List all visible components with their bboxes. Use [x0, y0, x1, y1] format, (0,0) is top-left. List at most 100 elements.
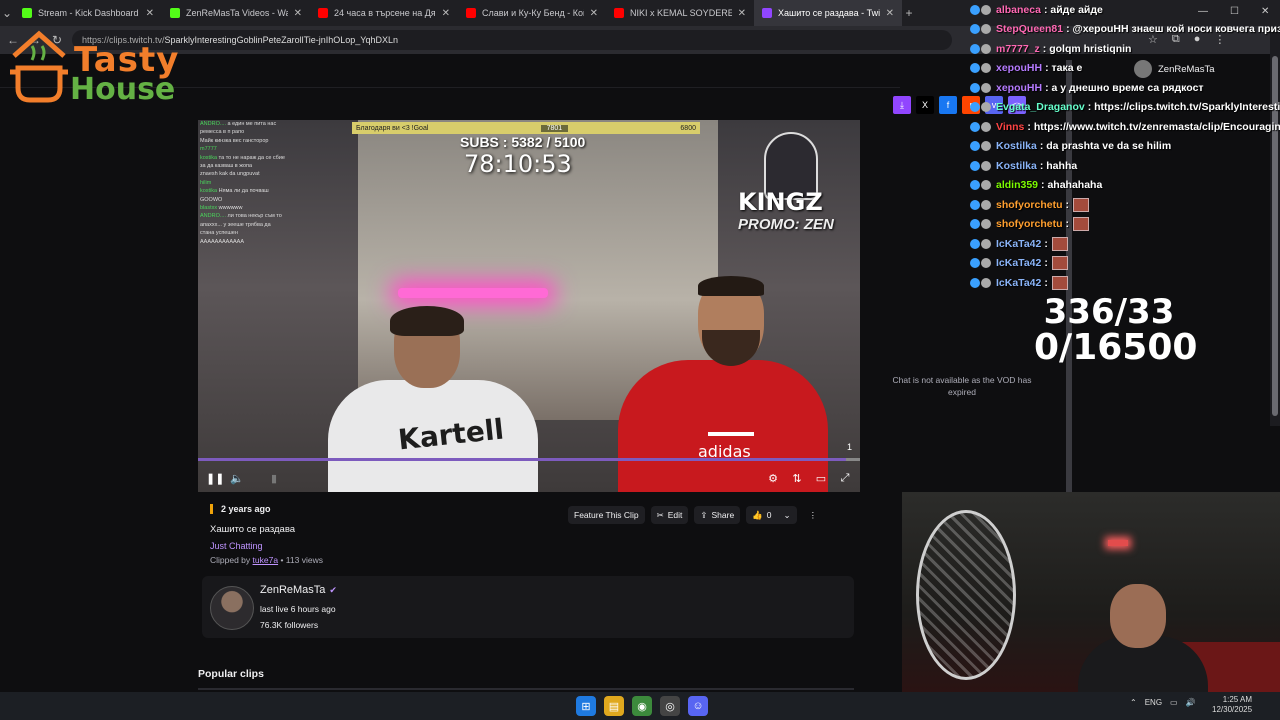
chat-text: : [1044, 237, 1048, 250]
video-chat-line: ремесса в п рапо [200, 129, 245, 136]
stream-chat-overlay: albaneca: айде айде StepQueen81: @херouHH… [970, 0, 1280, 300]
channel-card[interactable]: ZenReMasTa ✔ last live 6 hours ago 76.3K … [202, 576, 854, 638]
tab-close-icon[interactable]: ✕ [590, 8, 598, 19]
clip-title: Хашито се раздава [210, 524, 296, 535]
channel-name[interactable]: ZenReMasTa ✔ [260, 584, 337, 596]
system-tray: ⌃ ENG ▭ 🔊 [1130, 698, 1196, 707]
goal-left-label: Благодаря ви <3 !Goal [356, 124, 429, 132]
chat-message: IcKaTa42: [970, 234, 1280, 254]
fullscreen-icon[interactable]: ⤢ [838, 472, 852, 485]
chat-username[interactable]: Kostilka [996, 160, 1037, 172]
like-count: 0 [766, 510, 772, 520]
chat-text: : [1065, 218, 1070, 231]
clipped-by-line: Clipped by tuke7a • 113 views [210, 555, 323, 565]
chat-username[interactable]: Vinns [996, 121, 1024, 133]
url-path: SparklyInterestingGoblinPeteZarollTie-jn… [164, 35, 398, 45]
chat-message: хepouHH: а у днешно време са рядкост [970, 78, 1280, 98]
pause-icon[interactable]: ❚❚ [206, 472, 224, 485]
chat-username[interactable]: IcKaTa42 [996, 277, 1041, 289]
chat-username[interactable]: IcKaTa42 [996, 257, 1041, 269]
chat-emote-icon [1073, 197, 1090, 212]
edit-button[interactable]: ✂ Edit [650, 506, 689, 524]
chat-username[interactable]: хepouHH [996, 82, 1042, 94]
chat-username[interactable]: Kostilka [996, 140, 1037, 152]
browser-tab[interactable]: Слави и Ку-Ку Бенд - Кой уши ✕ [458, 0, 606, 26]
chat-username[interactable]: m7777_z [996, 43, 1040, 55]
video-chat-line: kostika Няма ли да почваш [200, 188, 269, 195]
player-corner-number: 1 [846, 442, 852, 452]
channel-avatar[interactable] [210, 586, 254, 630]
chat-message: Kostilka: hahha [970, 156, 1280, 176]
clip-video-player[interactable]: ANDRO.... а един ме пита нас ремесса в п… [198, 120, 860, 492]
chat-username[interactable]: albaneca [996, 4, 1041, 16]
new-tab-button[interactable]: + [902, 6, 916, 20]
tab-title: NIKI x KEMAL SOYDERE PARITE [630, 8, 732, 18]
language-indicator[interactable]: ENG [1145, 698, 1162, 707]
video-progress-bar[interactable] [198, 458, 860, 461]
tab-close-icon[interactable]: ✕ [442, 8, 450, 19]
file-explorer-icon[interactable]: ▤ [604, 696, 624, 716]
chat-emote-icon [1051, 236, 1068, 251]
settings-gear-icon[interactable]: ⚙ [766, 472, 780, 485]
chat-message: albaneca: айде айде [970, 0, 1280, 20]
browser-tab[interactable]: Хашито се раздава - Twitc ✕ [754, 0, 902, 26]
tab-close-icon[interactable]: ✕ [886, 8, 894, 19]
download-icon[interactable]: ⤓ [893, 96, 911, 114]
chat-username[interactable]: aldin359 [996, 179, 1038, 191]
share-button[interactable]: ⇪ Share [694, 506, 741, 524]
tasty-house-logo: Tasty House [4, 14, 182, 107]
browser-tab[interactable]: 24 часа в търсене на Дяволск ✕ [310, 0, 458, 26]
logo-line-2: House [70, 72, 176, 107]
chat-text: : https://www.twitch.tv/zenremasta/clip/… [1027, 120, 1280, 133]
tab-close-icon[interactable]: ✕ [294, 8, 302, 19]
more-options-button[interactable]: ⋮ [803, 506, 824, 524]
chat-text: : айде айде [1043, 3, 1103, 16]
chat-message: shofyorchetu: [970, 215, 1280, 235]
discord-icon[interactable]: ☺ [688, 696, 708, 716]
clipper-link[interactable]: tuke7a [253, 555, 279, 565]
video-chat-line: kostika та то не нараж да се сбие [200, 154, 285, 161]
chrome-icon[interactable]: ◉ [632, 696, 652, 716]
start-icon[interactable]: ⊞ [576, 696, 596, 716]
chat-badges [970, 4, 996, 15]
taskbar-clock[interactable]: 1:25 AM 12/30/2025 [1212, 695, 1252, 715]
x-share-icon[interactable]: X [916, 96, 934, 114]
like-button[interactable]: 👍 0 ⌄ [746, 506, 797, 524]
obs-icon[interactable]: ◎ [660, 696, 680, 716]
chat-username[interactable]: IcKaTa42 [996, 238, 1041, 250]
tab-close-icon[interactable]: ✕ [738, 8, 746, 19]
tab-favicon-icon [466, 8, 476, 18]
chat-username[interactable]: shofyorchetu [996, 199, 1063, 211]
volume-tray-icon[interactable]: 🔊 [1186, 698, 1196, 707]
clip-sync-icon[interactable]: ⇅ [790, 472, 804, 485]
chat-username[interactable]: StepQueen81 [996, 23, 1063, 35]
chat-username[interactable]: хepouHH [996, 62, 1042, 74]
volume-slider[interactable]: ▮ [254, 472, 294, 485]
url-field[interactable]: https://clips.twitch.tv/SparklyInteresti… [72, 30, 952, 50]
chat-message: хepouHH: така е [970, 59, 1280, 79]
goal-right-label: 6800 [680, 124, 696, 132]
feature-clip-button[interactable]: Feature This Clip [568, 506, 645, 524]
tab-favicon-icon [318, 8, 328, 18]
chat-message: Vinns: https://www.twitch.tv/zenremasta/… [970, 117, 1280, 137]
video-chat-line: hilim [200, 179, 212, 186]
video-controls: ❚❚ 🔈 ▮ ⚙ ⇅ ▭ ⤢ [198, 464, 860, 492]
chat-username[interactable]: Evgata_Draganov [996, 101, 1085, 113]
theatre-mode-icon[interactable]: ▭ [814, 472, 828, 485]
hanging-chair [916, 510, 1016, 680]
facebook-icon[interactable]: f [939, 96, 957, 114]
chat-text: : da prashta ve da se hilim [1039, 140, 1172, 153]
promo-label: PROMO: ZEN [738, 216, 834, 233]
browser-tab[interactable]: ZenReMasTa Videos - Watch O ✕ [162, 0, 310, 26]
kingz-label: KINGZ [738, 188, 823, 216]
volume-icon[interactable]: 🔈 [230, 472, 244, 485]
chat-badges [970, 121, 996, 132]
stream-chat-overlay-in-video: ANDRO.... а един ме пита нас ремесса в п… [200, 120, 350, 260]
category-link[interactable]: Just Chatting [210, 541, 850, 551]
video-chat-line: стана успешен [200, 230, 238, 237]
chat-username[interactable]: shofyorchetu [996, 218, 1063, 230]
tab-title: 24 часа в търсене на Дяволск [334, 8, 436, 18]
browser-tab[interactable]: NIKI x KEMAL SOYDERE PARITE ✕ [606, 0, 754, 26]
network-icon[interactable]: ▭ [1170, 698, 1178, 707]
tray-chevron-icon[interactable]: ⌃ [1130, 698, 1137, 707]
